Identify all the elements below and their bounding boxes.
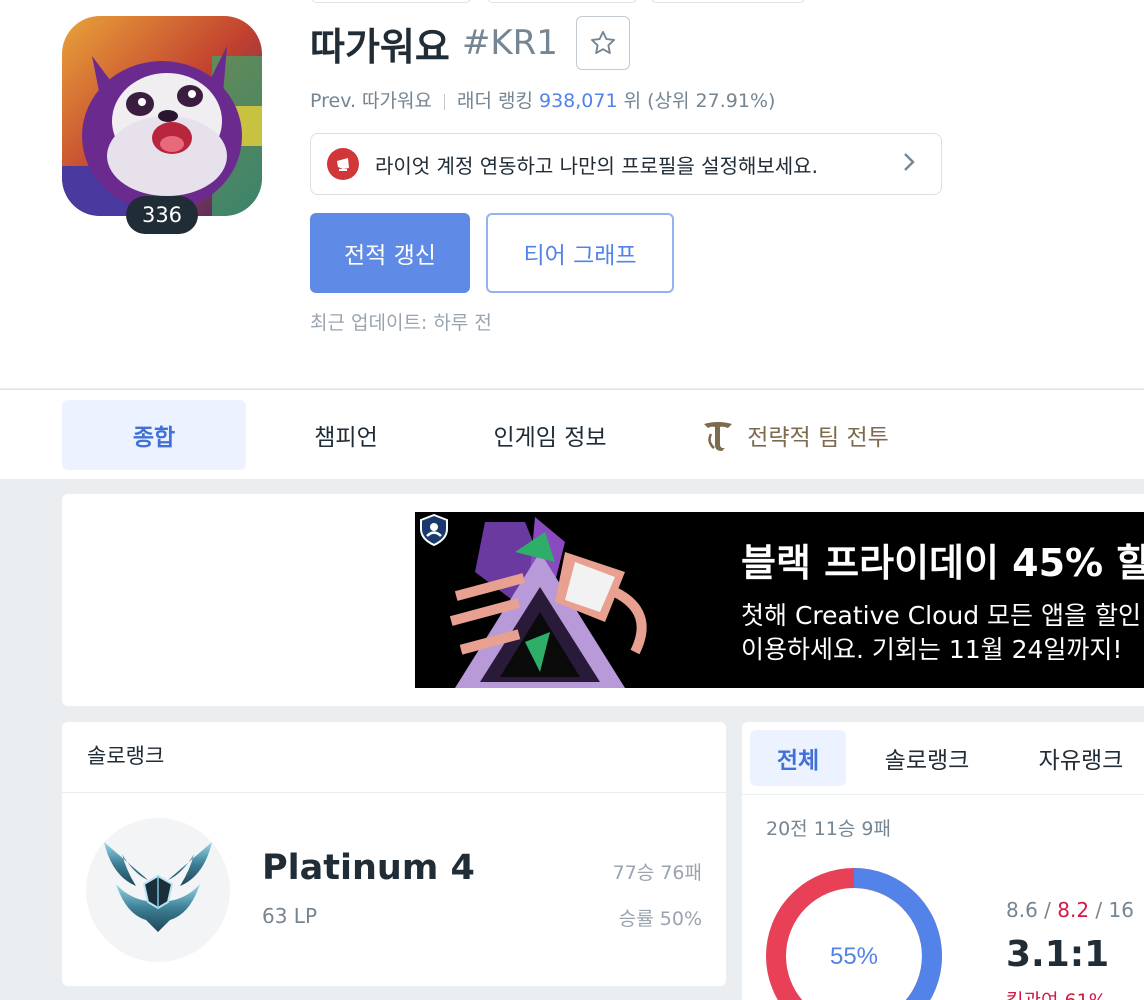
ghost-tab-edge — [310, 0, 472, 3]
profile-tabs: 종합 챔피언 인게임 정보 전략적 팀 전투 — [0, 389, 1144, 479]
profile-meta: Prev. 따가워요 래더 랭킹 938,071 위 (상위 27.91%) — [310, 86, 775, 113]
star-outline-icon — [590, 30, 615, 54]
tab-champions[interactable]: 챔피언 — [272, 400, 420, 470]
rank-win-rate: 승률 50% — [618, 908, 702, 930]
kda-line: 8.6 / 8.2 / 16 — [1006, 898, 1134, 922]
level-badge: 336 — [126, 196, 198, 234]
rank-lp: 63 LP — [262, 904, 318, 928]
ladder-rank-link[interactable]: 938,071 — [539, 90, 618, 112]
meta-divider — [443, 93, 445, 110]
ad-banner[interactable]: 블랙 프라이데이 45% 할 첫해 Creative Cloud 모든 앱을 할… — [415, 512, 1144, 688]
tab-overview[interactable]: 종합 — [62, 400, 246, 470]
summoner-name-row: 따가워요 #KR1 — [310, 14, 630, 72]
tab-tft[interactable]: 전략적 팀 전투 — [680, 400, 910, 470]
previous-name: Prev. 따가워요 — [310, 90, 432, 112]
summoner-tag: #KR1 — [461, 23, 558, 63]
chevron-right-icon — [903, 152, 915, 176]
kda-ratio: 3.1:1 — [1006, 934, 1110, 975]
ghost-tab-edge — [486, 0, 638, 3]
profile-header: 336 따가워요 #KR1 Prev. 따가워요 래더 랭킹 938,071 위 … — [0, 0, 1144, 388]
rank-win-loss: 77승 76패 — [612, 862, 702, 884]
avg-kills: 8.6 — [1006, 898, 1038, 922]
ad-line-2: 이용하세요. 기회는 11월 24일까지! — [741, 635, 1123, 664]
favorite-button[interactable] — [575, 16, 630, 70]
riot-fist-icon — [327, 148, 359, 180]
recent-record: 20전 11승 9패 — [766, 818, 891, 840]
avg-assists: 16 — [1108, 898, 1134, 922]
profile-icon-image — [62, 16, 262, 216]
queue-tab-solo[interactable]: 솔로랭크 — [864, 730, 990, 786]
avg-deaths: 8.2 — [1057, 898, 1090, 922]
rank-tier: Platinum 4 — [262, 848, 475, 888]
ad-headline: 블랙 프라이데이 45% 할 — [741, 541, 1144, 585]
ladder-label: 래더 랭킹 — [456, 90, 533, 112]
ghost-tab-edge — [650, 0, 806, 3]
win-rate-donut: 55% — [766, 868, 942, 1000]
kill-participation: 킬관여 61% — [1006, 986, 1107, 1000]
last-updated-text: 최근 업데이트: 하루 전 — [310, 312, 492, 334]
rank-emblem-container — [86, 818, 230, 962]
tab-ingame[interactable]: 인게임 정보 — [460, 400, 640, 470]
queue-tab-flex[interactable]: 자유랭크 — [1018, 730, 1144, 786]
divider — [742, 794, 1144, 795]
solo-rank-title: 솔로랭크 — [87, 744, 165, 768]
tft-logo-icon — [704, 422, 733, 451]
divider — [62, 792, 726, 793]
platinum-emblem-icon — [104, 842, 212, 932]
donut-win-rate-label: 55% — [830, 943, 878, 970]
shield-badge-icon — [420, 514, 448, 546]
ladder-suffix: 위 (상위 27.91%) — [623, 90, 776, 112]
tier-graph-button[interactable]: 티어 그래프 — [486, 213, 674, 293]
summoner-name: 따가워요 — [310, 24, 450, 69]
ad-line-1: 첫해 Creative Cloud 모든 앱을 할인 — [741, 601, 1141, 630]
riot-account-link-banner[interactable]: 라이엇 계정 연동하고 나만의 프로필을 설정해보세요. — [310, 133, 942, 195]
refresh-button[interactable]: 전적 갱신 — [310, 213, 470, 293]
solo-rank-card: 솔로랭크 Platinum 4 63 LP 77승 76패 승률 50% — [62, 722, 726, 986]
recent-stats-card: 전체 솔로랭크 자유랭크 20전 11승 9패 55% 8.6 / 8.2 / … — [742, 722, 1144, 1000]
queue-tab-all[interactable]: 전체 — [750, 730, 846, 786]
riot-link-text: 라이엇 계정 연동하고 나만의 프로필을 설정해보세요. — [375, 153, 818, 178]
tab-tft-label: 전략적 팀 전투 — [747, 425, 889, 451]
